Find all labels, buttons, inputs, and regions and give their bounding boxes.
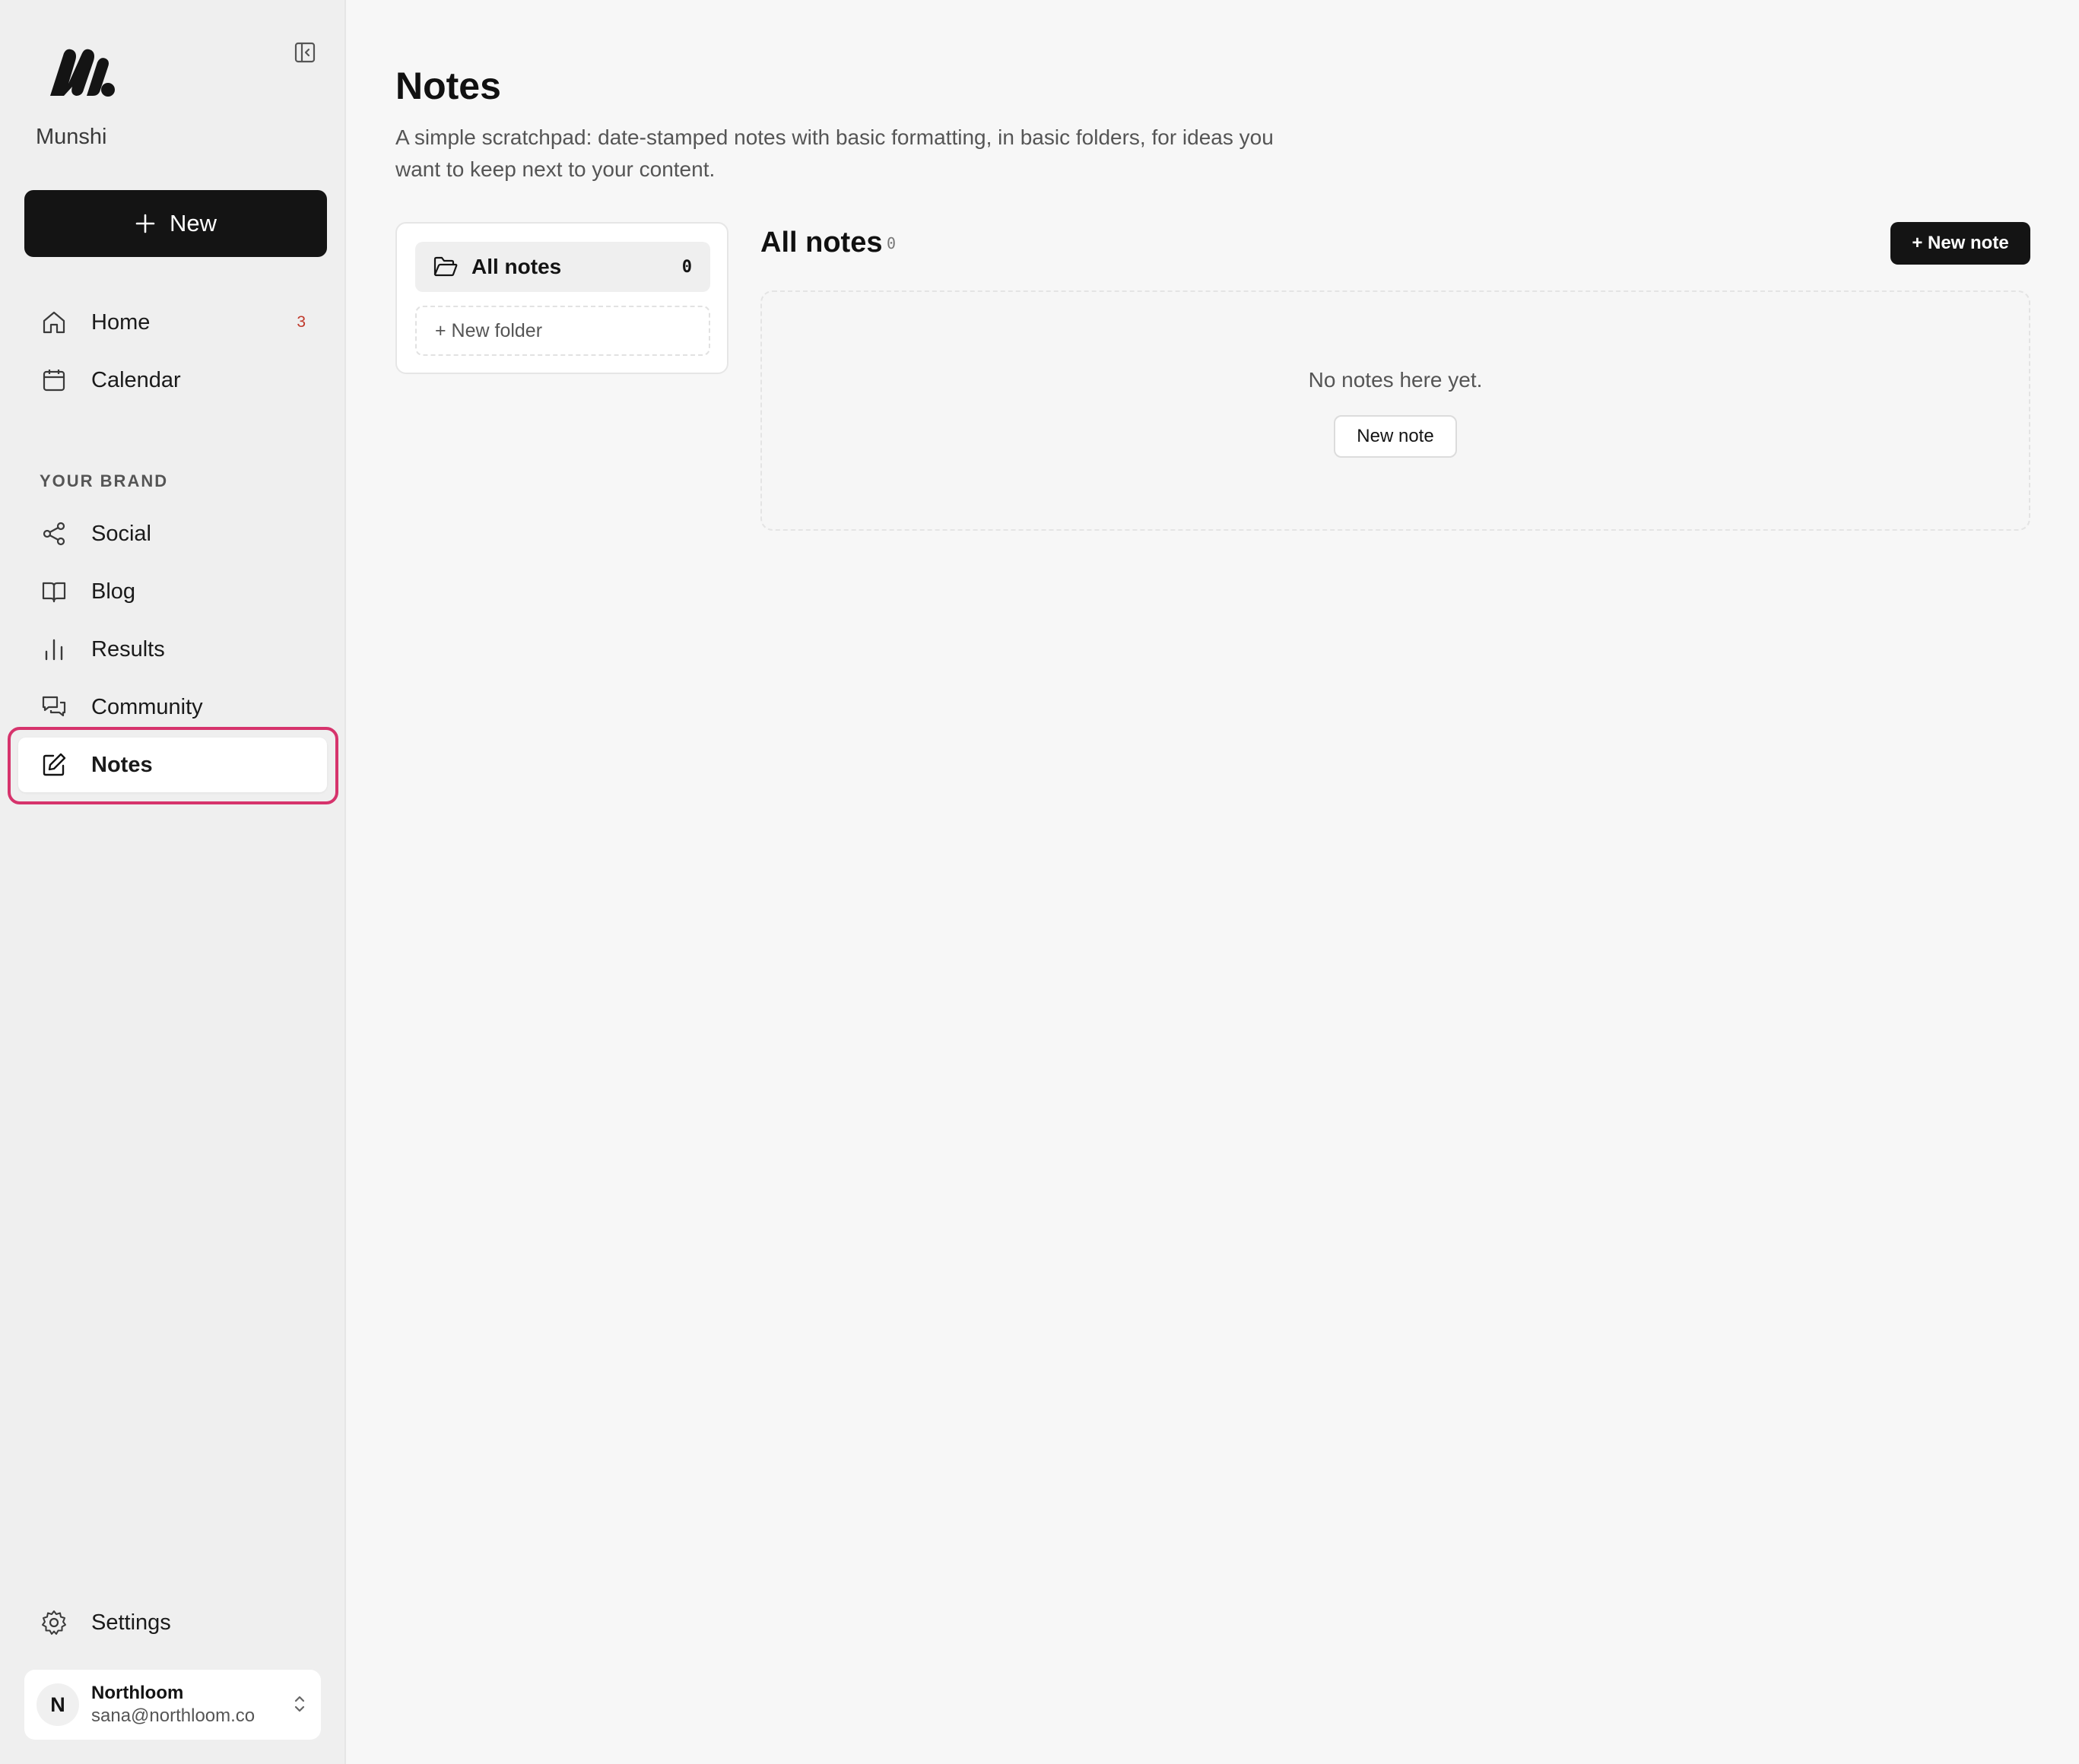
new-button[interactable]: New <box>24 190 327 257</box>
folder-all-notes[interactable]: All notes 0 <box>415 242 710 292</box>
sidebar: Munshi New Home 3 Calendar YOUR BRAND So… <box>0 0 346 1764</box>
account-name: Northloom <box>91 1683 184 1703</box>
section-label-your-brand: YOUR BRAND <box>40 471 169 490</box>
share-icon <box>40 519 68 548</box>
sidebar-item-label: Settings <box>91 1610 171 1635</box>
bar-chart-icon <box>40 635 68 664</box>
calendar-icon <box>40 366 68 395</box>
home-icon <box>40 308 68 337</box>
sidebar-item-label: Results <box>91 636 165 662</box>
folder-label: All notes <box>471 255 562 278</box>
sidebar-item-calendar[interactable]: Calendar <box>18 353 327 408</box>
sidebar-item-community[interactable]: Community <box>18 680 327 734</box>
empty-new-note-button[interactable]: New note <box>1334 415 1457 458</box>
edit-icon <box>40 750 68 779</box>
brand-name: Munshi <box>36 125 107 149</box>
gear-icon <box>40 1608 68 1637</box>
folders-panel: All notes 0 + New folder <box>395 222 728 374</box>
account-email: sana@northloom.co <box>91 1705 256 1726</box>
folder-open-icon <box>433 256 458 278</box>
sidebar-collapse-icon <box>294 42 316 63</box>
notes-count: 0 <box>887 234 897 252</box>
notes-list-title: All notes <box>760 227 883 259</box>
plus-icon <box>135 214 155 233</box>
page-title: Notes <box>395 65 501 107</box>
folder-count: 0 <box>681 257 692 277</box>
new-folder-button[interactable]: + New folder <box>415 306 710 356</box>
sidebar-item-label: Notes <box>91 752 153 777</box>
munshi-logo <box>47 46 117 100</box>
chevron-up-down-icon <box>292 1693 307 1719</box>
book-icon <box>40 577 68 606</box>
sidebar-item-results[interactable]: Results <box>18 622 327 677</box>
new-note-button[interactable]: + New note <box>1890 222 2030 265</box>
sidebar-item-label: Blog <box>91 579 136 604</box>
home-badge: 3 <box>297 313 306 331</box>
account-info: Northloom sana@northloom.co <box>91 1683 255 1727</box>
sidebar-item-home[interactable]: Home 3 <box>18 295 327 350</box>
sidebar-item-settings[interactable]: Settings <box>18 1595 327 1650</box>
sidebar-item-social[interactable]: Social <box>18 506 327 561</box>
collapse-sidebar-button[interactable] <box>292 40 318 65</box>
page-description: A simple scratchpad: date-stamped notes … <box>395 125 1274 181</box>
avatar: N <box>37 1683 79 1726</box>
sidebar-item-blog[interactable]: Blog <box>18 564 327 619</box>
chat-icon <box>40 693 68 722</box>
sidebar-item-label: Community <box>91 694 203 719</box>
empty-state-text: No notes here yet. <box>1308 368 1483 392</box>
sidebar-item-label: Calendar <box>91 367 181 392</box>
sidebar-item-label: Social <box>91 521 151 546</box>
sidebar-item-label: Home <box>91 309 151 335</box>
empty-state: No notes here yet. New note <box>760 290 2030 531</box>
new-button-label: New <box>169 210 217 236</box>
sidebar-item-notes[interactable]: Notes <box>18 738 327 792</box>
account-switcher[interactable]: N Northloom sana@northloom.co <box>24 1670 321 1740</box>
